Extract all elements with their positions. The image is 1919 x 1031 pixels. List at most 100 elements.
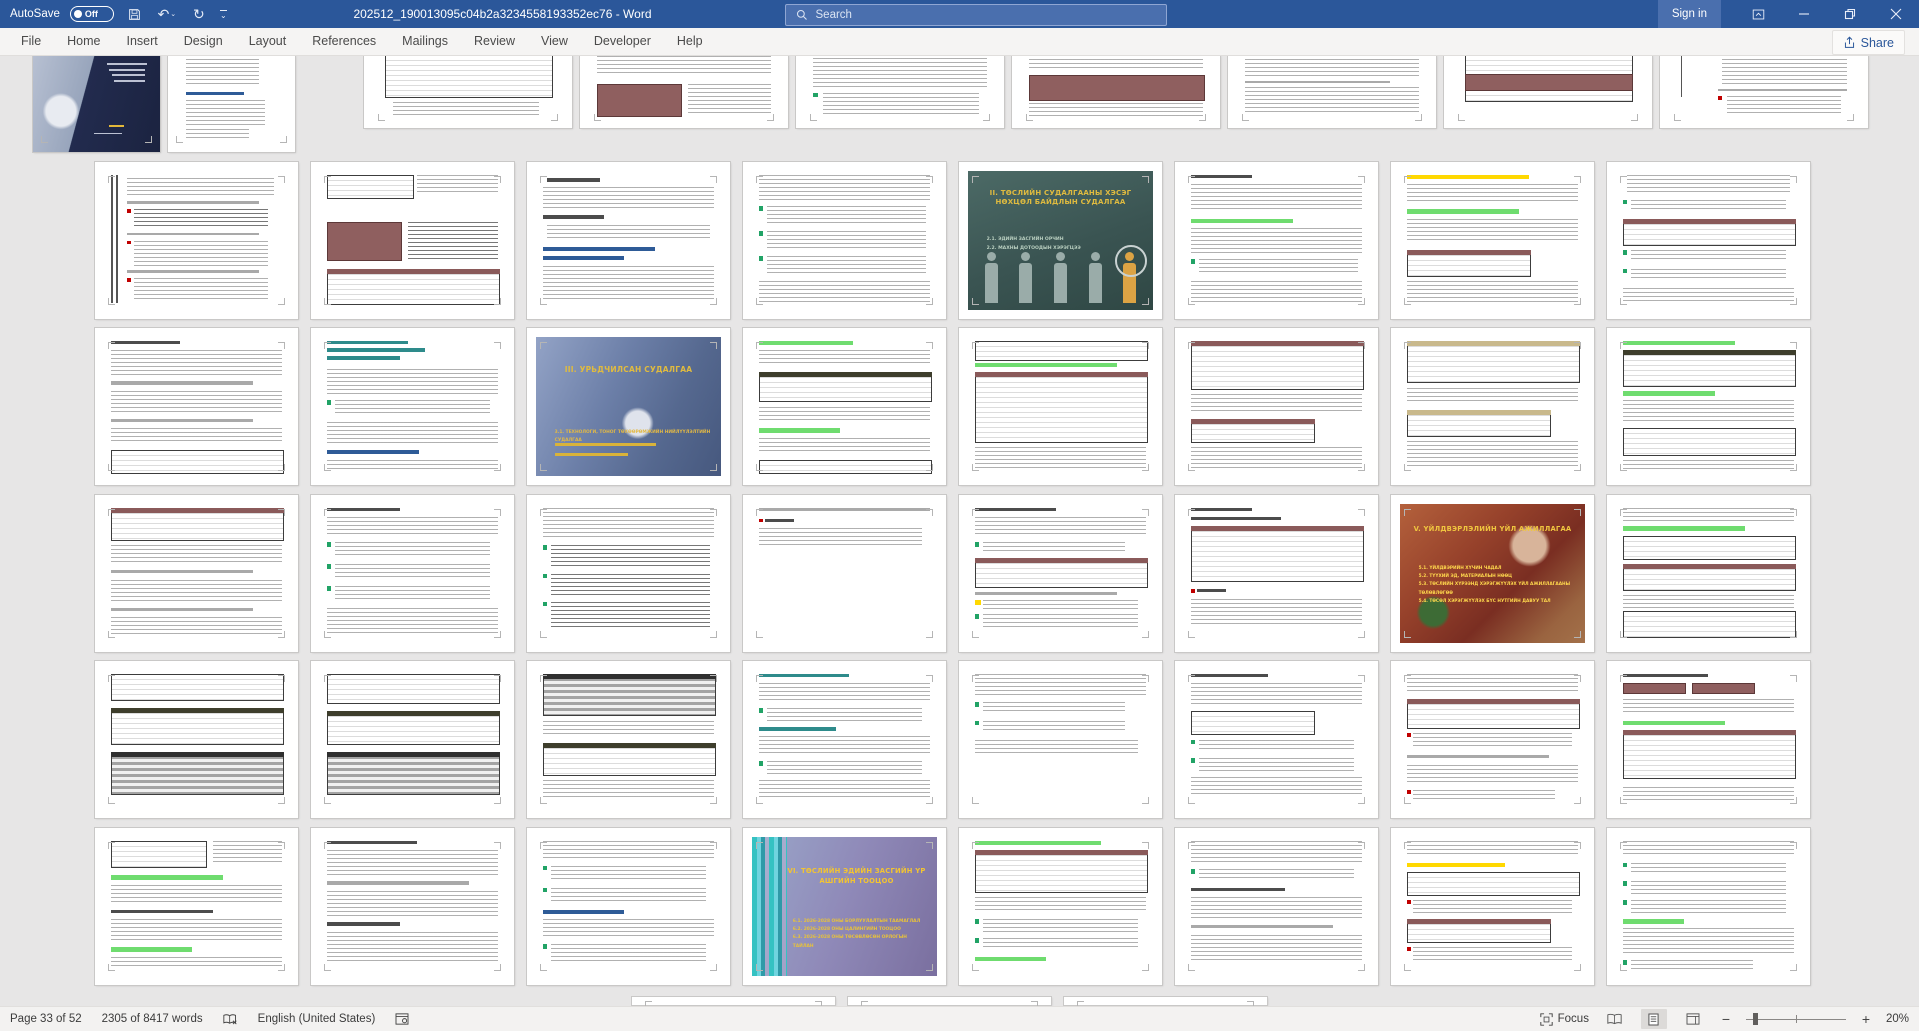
page-thumbnail[interactable]	[1012, 56, 1220, 128]
page-thumbnail[interactable]	[959, 661, 1162, 818]
close-button[interactable]	[1873, 0, 1919, 28]
page-thumbnail[interactable]	[527, 495, 730, 652]
page-thumbnail[interactable]	[1228, 56, 1436, 128]
redo-icon[interactable]: ↻	[188, 3, 210, 25]
page-thumbnail[interactable]	[1607, 495, 1810, 652]
focus-button[interactable]: Focus	[1540, 1013, 1589, 1026]
zoom-level[interactable]: 20%	[1886, 1013, 1909, 1025]
page-thumbnail[interactable]	[95, 162, 298, 319]
page-thumbnail[interactable]	[1391, 328, 1594, 485]
page-thumbnail[interactable]	[1607, 661, 1810, 818]
page-thumbnail[interactable]	[743, 495, 946, 652]
restore-button[interactable]	[1827, 0, 1873, 28]
save-icon[interactable]	[124, 3, 146, 25]
person-figure-icon	[985, 263, 998, 303]
tab-file[interactable]: File	[8, 28, 54, 55]
undo-icon[interactable]: ↶⌄	[156, 3, 178, 25]
page-thumbnail[interactable]	[311, 328, 514, 485]
page-thumbnail[interactable]	[95, 828, 298, 985]
proofing-errors-icon[interactable]	[223, 1013, 238, 1026]
customize-quick-access-toolbar-icon[interactable]: ⌄	[220, 10, 227, 18]
tab-insert[interactable]: Insert	[114, 28, 171, 55]
macro-record-icon[interactable]	[395, 1013, 409, 1025]
page-thumbnail[interactable]	[796, 56, 1004, 128]
zoom-out-button[interactable]: −	[1719, 1011, 1733, 1027]
person-figure-icon	[1123, 263, 1136, 303]
page-thumbnail[interactable]	[959, 328, 1162, 485]
page-thumbnail[interactable]	[1064, 997, 1267, 1005]
print-layout-button[interactable]	[1641, 1009, 1667, 1029]
page-thumbnail[interactable]	[1175, 495, 1378, 652]
page-thumbnail[interactable]: VI. ТӨСЛИЙН ЭДИЙН ЗАСГИЙН ҮР АШГИЙН ТООЦ…	[743, 828, 946, 985]
page-thumbnail[interactable]	[1660, 56, 1868, 128]
search-icon	[796, 9, 808, 21]
page-thumbnail[interactable]	[1175, 328, 1378, 485]
tab-view[interactable]: View	[528, 28, 581, 55]
page-thumbnail[interactable]	[527, 661, 730, 818]
page-thumbnail[interactable]	[1391, 828, 1594, 985]
page-thumbnail[interactable]	[311, 661, 514, 818]
web-layout-icon	[1686, 1013, 1700, 1025]
word-count[interactable]: 2305 of 8417 words	[102, 1013, 203, 1025]
tab-design[interactable]: Design	[171, 28, 236, 55]
page-thumbnail[interactable]	[1444, 56, 1652, 128]
title-bar: AutoSave Off ↶⌄ ↻ ⌄ 202512_190013095c04b…	[0, 0, 1919, 28]
page-thumbnail[interactable]	[1175, 661, 1378, 818]
page-thumbnail[interactable]	[364, 56, 572, 128]
page-thumbnail[interactable]	[959, 495, 1162, 652]
sign-in-button[interactable]: Sign in	[1658, 0, 1721, 28]
page-thumbnail[interactable]	[632, 997, 835, 1005]
tab-review[interactable]: Review	[461, 28, 528, 55]
read-mode-button[interactable]	[1602, 1009, 1628, 1029]
zoom-slider-thumb[interactable]	[1753, 1013, 1758, 1025]
zoom-slider[interactable]	[1746, 1009, 1846, 1029]
zoom-in-button[interactable]: +	[1859, 1011, 1873, 1027]
search-input[interactable]: Search	[785, 4, 1167, 26]
page-thumbnail[interactable]	[1391, 661, 1594, 818]
page-thumbnail[interactable]	[743, 661, 946, 818]
page-thumbnail[interactable]	[1391, 162, 1594, 319]
page-thumbnail[interactable]	[168, 56, 295, 152]
slide-image-purple: VI. ТӨСЛИЙН ЭДИЙН ЗАСГИЙН ҮР АШГИЙН ТООЦ…	[752, 837, 937, 977]
page-thumbnail[interactable]	[580, 56, 788, 128]
page-thumbnail[interactable]	[527, 162, 730, 319]
page-thumbnail[interactable]	[311, 495, 514, 652]
document-canvas[interactable]: II. ТӨСЛИЙН СУДАЛГААНЫ ХЭСЭГ НӨХЦӨЛ БАЙД…	[0, 56, 1919, 1006]
page-thumbnail[interactable]	[1607, 828, 1810, 985]
ribbon-display-options-button[interactable]	[1735, 0, 1781, 28]
page-thumbnail[interactable]: V. ҮЙЛДВЭРЛЭЛИЙН ҮЙЛ АЖИЛЛАГАА5.1. ҮЙЛДВ…	[1391, 495, 1594, 652]
tab-layout[interactable]: Layout	[236, 28, 300, 55]
tab-developer[interactable]: Developer	[581, 28, 664, 55]
page-thumbnail[interactable]	[95, 328, 298, 485]
page-thumbnail[interactable]	[1607, 162, 1810, 319]
autosave-toggle[interactable]: Off	[70, 6, 114, 22]
tab-references[interactable]: References	[299, 28, 389, 55]
share-label: Share	[1861, 36, 1894, 50]
page-thumbnail[interactable]	[33, 56, 160, 152]
tab-help[interactable]: Help	[664, 28, 716, 55]
minimize-button[interactable]	[1781, 0, 1827, 28]
web-layout-button[interactable]	[1680, 1009, 1706, 1029]
share-button[interactable]: Share	[1832, 30, 1905, 55]
page-thumbnail[interactable]	[95, 495, 298, 652]
tab-mailings[interactable]: Mailings	[389, 28, 461, 55]
page-indicator[interactable]: Page 33 of 52	[10, 1013, 82, 1025]
page-thumbnail[interactable]	[848, 997, 1051, 1005]
slide-image-meat: V. ҮЙЛДВЭРЛЭЛИЙН ҮЙЛ АЖИЛЛАГАА5.1. ҮЙЛДВ…	[1400, 504, 1585, 644]
page-thumbnail[interactable]	[959, 828, 1162, 985]
page-thumbnail[interactable]	[95, 661, 298, 818]
share-icon	[1843, 36, 1856, 49]
page-thumbnail[interactable]	[1607, 328, 1810, 485]
page-thumbnail[interactable]: II. ТӨСЛИЙН СУДАЛГААНЫ ХЭСЭГ НӨХЦӨЛ БАЙД…	[959, 162, 1162, 319]
page-thumbnail[interactable]	[527, 828, 730, 985]
page-thumbnail[interactable]	[743, 328, 946, 485]
page-thumbnail[interactable]	[311, 162, 514, 319]
page-thumbnail[interactable]	[743, 162, 946, 319]
tab-home[interactable]: Home	[54, 28, 113, 55]
page-thumbnail[interactable]: III. УРЬДЧИЛСАН СУДАЛГАА3.1. ТЕХНОЛОГИ, …	[527, 328, 730, 485]
autosave-state: Off	[85, 9, 98, 19]
page-thumbnail[interactable]	[311, 828, 514, 985]
page-thumbnail[interactable]	[1175, 162, 1378, 319]
language-selector[interactable]: English (United States)	[258, 1013, 376, 1025]
page-thumbnail[interactable]	[1175, 828, 1378, 985]
